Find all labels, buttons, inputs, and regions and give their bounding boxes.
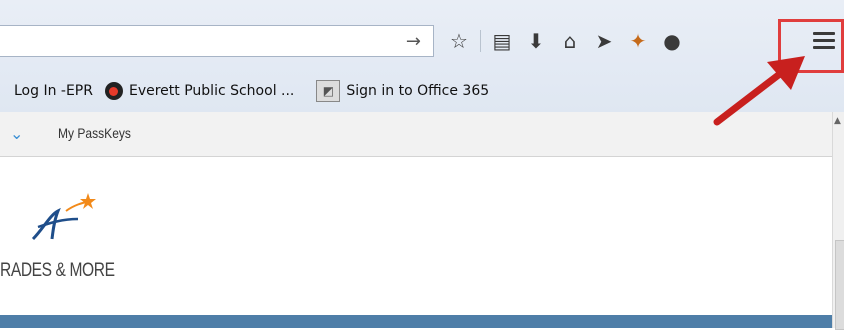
scroll-up-icon[interactable]: ▲ — [834, 116, 841, 126]
toolbar-separator — [480, 30, 481, 52]
toolbar-icons: ☆ ▤ ⬇ ⌂ ➤ ✦ ● — [442, 24, 689, 58]
bookmarks-toolbar: Log In -EPR Everett Public School ... ◩ … — [0, 78, 497, 104]
extension-icon[interactable]: ✦ — [621, 24, 655, 58]
reading-list-icon[interactable]: ▤ — [485, 24, 519, 58]
school-favicon-icon — [104, 82, 123, 100]
send-icon[interactable]: ➤ — [587, 24, 621, 58]
scrollbar[interactable]: ▲ — [832, 112, 844, 330]
address-bar[interactable]: → — [0, 25, 434, 57]
chevron-down-icon[interactable]: ⌄ — [10, 124, 23, 143]
bookmark-star-icon[interactable]: ☆ — [442, 24, 476, 58]
site-header-bar — [0, 315, 832, 328]
bookmark-item[interactable]: Everett Public School ... — [101, 82, 294, 100]
scroll-thumb[interactable] — [835, 240, 844, 330]
office-favicon-icon: ◩ — [316, 80, 341, 102]
logo-icon — [31, 193, 96, 241]
bookmark-label: Sign in to Office 365 — [346, 83, 490, 99]
chat-icon[interactable]: ● — [655, 24, 689, 58]
hamburger-menu-icon[interactable] — [813, 32, 835, 52]
passkeys-link[interactable]: My PassKeys — [58, 125, 131, 141]
go-arrow-icon[interactable]: → — [406, 31, 421, 52]
home-icon[interactable]: ⌂ — [553, 24, 587, 58]
bookmark-item[interactable]: Log In -EPR — [0, 83, 93, 99]
browser-window: → ☆ ▤ ⬇ ⌂ ➤ ✦ ● Log In -EPR Everett Publ… — [0, 0, 844, 330]
callout-arrow-icon — [713, 56, 805, 126]
logo-text: RADES & MORE — [0, 260, 115, 281]
bookmark-item[interactable]: ◩ Sign in to Office 365 — [302, 80, 489, 102]
bookmark-label: Log In -EPR — [14, 83, 93, 99]
page-content — [0, 157, 832, 315]
bookmark-label: Everett Public School ... — [128, 83, 295, 99]
download-icon[interactable]: ⬇ — [519, 24, 553, 58]
